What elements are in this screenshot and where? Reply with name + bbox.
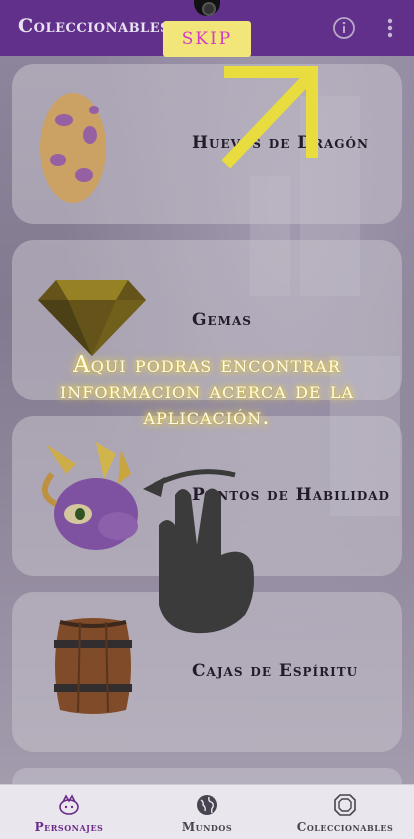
nav-item-coleccionables[interactable]: Coleccionables <box>276 785 414 839</box>
bottom-navigation: Personajes Mundos Coleccionables <box>0 784 414 839</box>
nav-label: Mundos <box>181 820 233 834</box>
swipe-hand-icon <box>143 469 254 634</box>
nav-label: Personajes <box>34 820 104 834</box>
arrow-up-right-icon <box>221 66 318 169</box>
app-title: Coleccionables <box>18 15 170 37</box>
gem-outline-icon <box>334 794 356 816</box>
globe-icon <box>197 795 217 815</box>
skip-button[interactable]: SKIP <box>163 21 251 57</box>
character-icon <box>59 794 79 815</box>
nav-item-mundos[interactable]: Mundos <box>138 785 276 839</box>
nav-item-personajes[interactable]: Personajes <box>0 785 138 839</box>
nav-label: Coleccionables <box>296 820 394 834</box>
info-circle-icon[interactable] <box>332 16 356 40</box>
tutorial-message: Aqui podras encontrar informacion acerca… <box>59 352 355 430</box>
more-vert-icon[interactable] <box>380 16 400 40</box>
